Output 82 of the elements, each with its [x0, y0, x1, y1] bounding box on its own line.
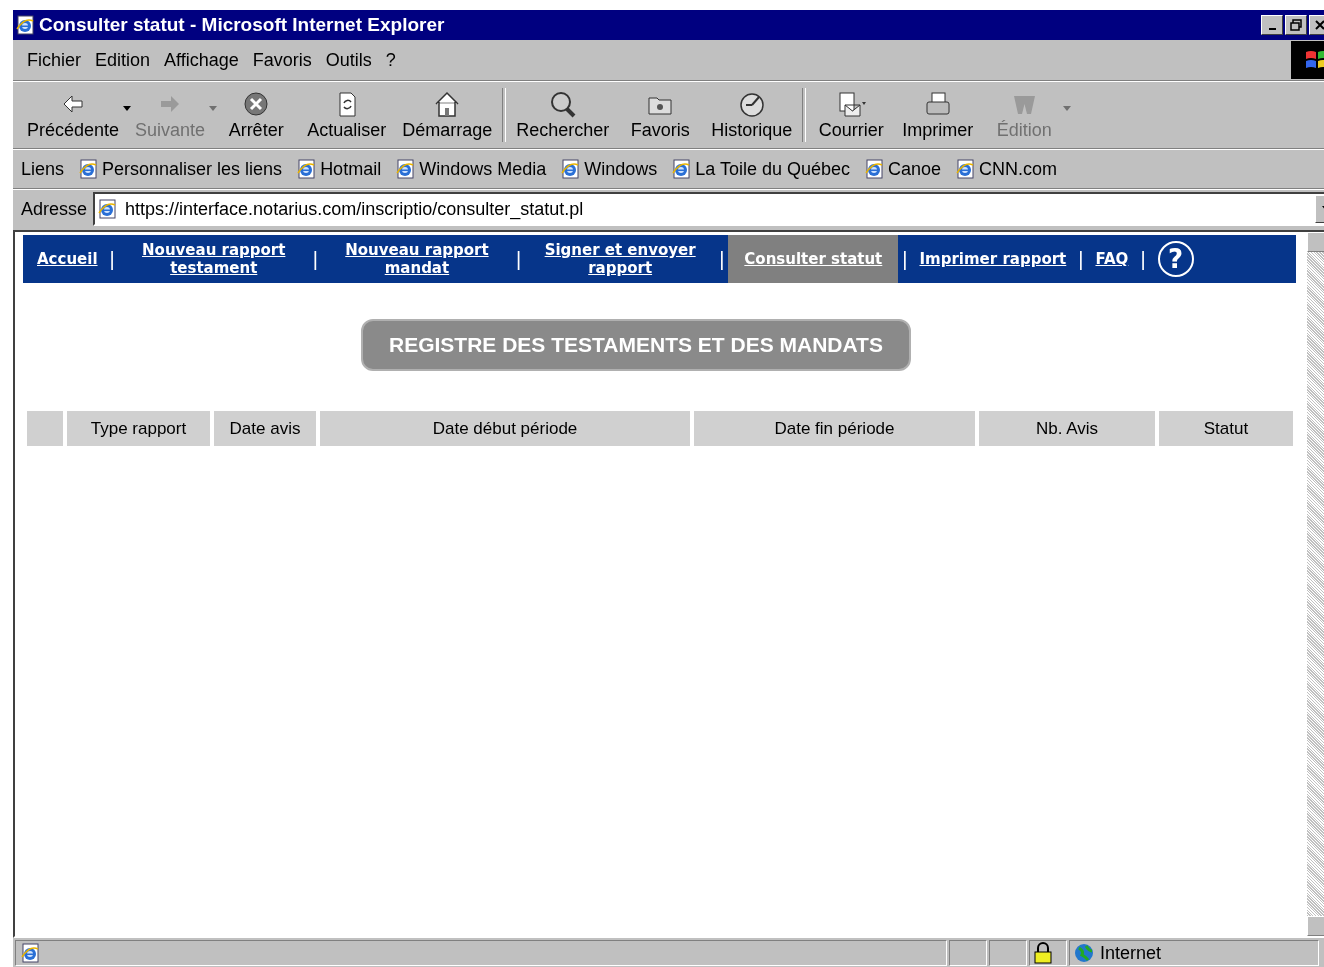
nav-link[interactable]: Consulter statut: [728, 235, 899, 283]
toolbar-button[interactable]: Historique: [703, 87, 801, 143]
toolbar-button[interactable]: Rechercher: [508, 87, 618, 143]
caret-icon[interactable]: [123, 105, 132, 111]
table-header-cell: [27, 411, 63, 446]
link-button[interactable]: Personnaliser les liens: [78, 158, 283, 180]
toolbar-button[interactable]: Imprimer: [894, 87, 982, 143]
restore-icon: [1290, 19, 1302, 31]
folder-icon: [648, 97, 672, 114]
close-icon: [1315, 20, 1324, 30]
scrollbar[interactable]: [1307, 232, 1324, 936]
mail-icon: [839, 92, 867, 116]
separator: |: [1139, 247, 1147, 271]
page-icon: [97, 199, 118, 219]
ie-icon: [864, 159, 884, 179]
ie-icon: [955, 159, 976, 179]
link-button[interactable]: Canoe: [864, 158, 942, 180]
nav-link[interactable]: Accueil: [29, 235, 106, 283]
nav-link[interactable]: Nouveau rapport mandat: [321, 235, 512, 283]
separator: |: [514, 247, 523, 271]
toolbar-button[interactable]: Précédente: [19, 87, 128, 143]
column-header: Statut: [1159, 411, 1293, 446]
printer-icon: [926, 92, 950, 114]
lock-icon: [1034, 942, 1052, 964]
right-arrow-icon: [161, 95, 180, 112]
separator: |: [1077, 247, 1085, 271]
page-icon: [20, 943, 40, 963]
toolbar-button[interactable]: Courrier: [808, 87, 895, 143]
stop-icon: [244, 92, 268, 115]
status-pane: [989, 940, 1027, 966]
help-button[interactable]: ?: [1157, 241, 1194, 277]
menu-item[interactable]: Outils: [319, 47, 378, 73]
nav-link[interactable]: FAQ: [1087, 235, 1137, 283]
minimize-icon: [1268, 28, 1276, 30]
link-button[interactable]: Windows: [560, 158, 658, 180]
separator: |: [108, 247, 116, 271]
toolbar-button[interactable]: Actualiser: [299, 87, 395, 143]
window-title: Consulter statut - Microsoft Internet Explorer: [39, 14, 446, 36]
links-label: Liens: [21, 158, 65, 180]
ie-icon: [78, 159, 99, 179]
house-icon: [435, 91, 459, 117]
page-banner: REGISTRE DES TESTAMENTS ET DES MANDATS: [361, 319, 911, 371]
column-header: Date fin période: [694, 411, 975, 446]
column-header: Type rapport: [67, 411, 210, 446]
link-button[interactable]: CNN.com: [955, 158, 1058, 180]
separator: |: [311, 247, 319, 271]
separator: |: [718, 247, 726, 271]
word-icon: [1014, 95, 1036, 114]
link-button[interactable]: La Toile du Québec: [671, 158, 850, 180]
globe-icon: [1074, 943, 1094, 963]
toolbar-button[interactable]: Arrêter: [213, 87, 300, 143]
nav-link[interactable]: Nouveau rapport testament: [118, 235, 309, 283]
separator: |: [901, 247, 909, 271]
left-arrow-icon: [63, 95, 83, 112]
ie-icon: [560, 159, 581, 179]
search-icon: [550, 91, 576, 117]
link-button[interactable]: Hotmail: [296, 158, 382, 180]
app-icon: [15, 15, 35, 35]
refresh-icon: [339, 92, 356, 116]
clock-icon: [740, 92, 764, 117]
toolbar-button[interactable]: Démarrage: [394, 87, 501, 143]
column-header: Date avis: [214, 411, 316, 446]
nav-link[interactable]: Imprimer rapport: [911, 235, 1075, 283]
column-header: Date début période: [320, 411, 690, 446]
link-button[interactable]: Windows Media: [395, 158, 547, 180]
ie-icon: [296, 159, 317, 179]
ie-icon: [671, 159, 692, 179]
address-field[interactable]: https://interface.notarius.com/inscriptio/consulter_statut.pl: [93, 192, 1324, 226]
menu-item[interactable]: Affichage: [158, 47, 245, 73]
ie-icon: [395, 159, 416, 179]
toolbar-button[interactable]: Favoris: [617, 87, 704, 143]
minimize-button[interactable]: [1261, 15, 1283, 35]
menu-item[interactable]: Favoris: [246, 47, 318, 73]
menu-item[interactable]: Edition: [89, 47, 157, 73]
zone-label: Internet: [1100, 942, 1162, 964]
nav-link[interactable]: Signer et envoyer rapport: [525, 235, 716, 283]
menu-item[interactable]: Fichier: [21, 47, 87, 73]
column-header: Nb. Avis: [979, 411, 1155, 446]
restore-button[interactable]: [1285, 15, 1307, 35]
menu-item[interactable]: ?: [379, 47, 402, 73]
status-pane: [949, 940, 987, 966]
address-label: Adresse: [21, 198, 88, 220]
